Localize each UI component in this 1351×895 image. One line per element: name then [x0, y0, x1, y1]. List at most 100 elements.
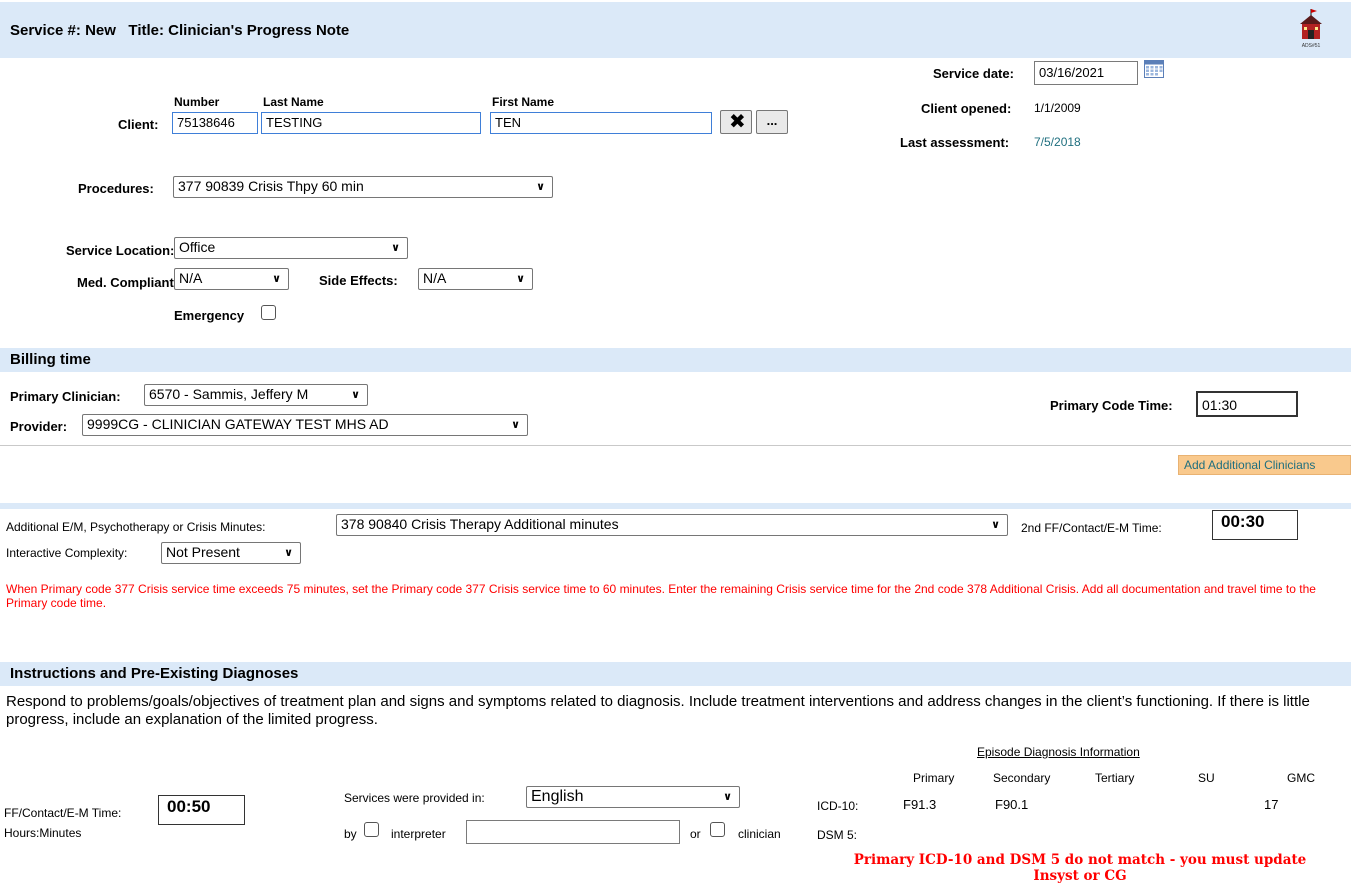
chevron-down-icon: ∨ — [511, 419, 520, 431]
logo-text: ADS#51 — [1301, 43, 1321, 49]
interpreter-label: interpreter — [391, 827, 446, 841]
client-number-field[interactable]: 75138646 — [172, 112, 258, 134]
complexity-value: Not Present — [166, 544, 240, 560]
client-last-name-header: Last Name — [263, 95, 324, 109]
provider-label: Provider: — [10, 419, 68, 434]
close-x-icon: ✖ — [729, 111, 746, 133]
chevron-down-icon: ∨ — [391, 242, 400, 254]
billing-section-title: Billing time — [10, 351, 91, 368]
instructions-section-title: Instructions and Pre-Existing Diagnoses — [10, 665, 299, 682]
procedures-label: Procedures: — [78, 181, 154, 196]
chevron-down-icon: ∨ — [284, 547, 293, 559]
service-location-value: Office — [179, 239, 216, 255]
column-su: SU — [1198, 771, 1215, 785]
add-additional-clinicians-label: Add Additional Clinicians — [1184, 458, 1316, 472]
second-time-field[interactable]: 00:30 — [1212, 510, 1298, 540]
side-effects-label: Side Effects: — [319, 273, 398, 288]
procedures-select[interactable]: 377 90839 Crisis Thpy 60 min ∨ — [173, 176, 553, 198]
more-icon: ... — [766, 113, 778, 128]
additional-separator — [0, 503, 1351, 509]
icd10-gmc: 17 — [1264, 797, 1279, 812]
med-compliant-label: Med. Compliant: — [77, 275, 179, 290]
additional-minutes-select[interactable]: 378 90840 Crisis Therapy Additional minu… — [336, 514, 1008, 536]
primary-clinician-value: 6570 - Sammis, Jeffery M — [149, 386, 309, 402]
last-assessment-label: Last assessment: — [900, 135, 1010, 150]
language-value: English — [531, 788, 584, 805]
emergency-checkbox[interactable] — [261, 305, 276, 320]
side-effects-select[interactable]: N/A ∨ — [418, 268, 533, 290]
episode-diagnosis-heading: Episode Diagnosis Information — [977, 745, 1140, 759]
complexity-label: Interactive Complexity: — [6, 546, 128, 560]
services-provided-label: Services were provided in: — [344, 791, 485, 805]
clear-client-button[interactable]: ✖ — [720, 110, 752, 134]
chevron-down-icon: ∨ — [723, 791, 732, 803]
chevron-down-icon: ∨ — [516, 273, 525, 285]
additional-minutes-value: 378 90840 Crisis Therapy Additional minu… — [341, 516, 619, 532]
procedures-value: 377 90839 Crisis Thpy 60 min — [178, 178, 364, 194]
client-label: Client: — [118, 117, 159, 132]
client-last-name-field[interactable]: TESTING — [261, 112, 481, 134]
provider-value: 9999CG - CLINICIAN GATEWAY TEST MHS AD — [87, 416, 389, 432]
service-label: Service #: — [10, 22, 81, 39]
icd10-secondary: F90.1 — [995, 797, 1029, 812]
side-effects-value: N/A — [423, 270, 447, 286]
primary-code-time-label: Primary Code Time: — [1050, 398, 1173, 413]
interpreter-field[interactable] — [466, 820, 680, 844]
contact-time-field[interactable]: 00:50 — [158, 795, 245, 825]
column-primary: Primary — [913, 771, 955, 785]
billing-section-bar: Billing time — [0, 348, 1351, 372]
header-bar: Service #: New Title: Clinician's Progre… — [0, 2, 1351, 58]
service-date-field[interactable]: 03/16/2021 — [1034, 61, 1138, 85]
interpreter-checkbox[interactable] — [364, 822, 379, 837]
by-label: by — [344, 827, 357, 841]
crisis-time-warning: When Primary code 377 Crisis service tim… — [6, 582, 1316, 610]
client-opened-value: 1/1/2009 — [1034, 101, 1081, 115]
divider — [0, 445, 1351, 446]
header-title: Service #: New Title: Clinician's Progre… — [10, 22, 349, 39]
instructions-section-bar: Instructions and Pre-Existing Diagnoses — [0, 662, 1351, 686]
client-opened-label: Client opened: — [921, 101, 1012, 116]
add-additional-clinicians-button[interactable]: Add Additional Clinicians — [1178, 455, 1351, 475]
chevron-down-icon: ∨ — [272, 273, 281, 285]
med-compliant-value: N/A — [179, 270, 203, 286]
icd10-label: ICD-10: — [817, 799, 859, 813]
page-title: Clinician's Progress Note — [168, 22, 350, 39]
primary-clinician-select[interactable]: 6570 - Sammis, Jeffery M ∨ — [144, 384, 368, 406]
column-tertiary: Tertiary — [1095, 771, 1135, 785]
service-location-select[interactable]: Office ∨ — [174, 237, 408, 259]
second-time-label: 2nd FF/Contact/E-M Time: — [1021, 521, 1162, 535]
mismatch-line-2: Insyst or CG — [1033, 868, 1127, 884]
primary-clinician-label: Primary Clinician: — [10, 389, 121, 404]
client-first-name-header: First Name — [492, 95, 555, 109]
or-label: or — [690, 827, 701, 841]
client-first-name-field[interactable]: TEN — [490, 112, 712, 134]
chevron-down-icon: ∨ — [991, 519, 1000, 531]
calendar-icon[interactable] — [1144, 60, 1164, 78]
title-label: Title: — [128, 22, 164, 39]
dsm5-label: DSM 5: — [817, 828, 858, 842]
diagnosis-mismatch-warning: Primary ICD-10 and DSM 5 do not match - … — [820, 852, 1340, 884]
clinician-label: clinician — [738, 827, 781, 841]
service-location-label: Service Location: — [66, 243, 175, 258]
column-gmc: GMC — [1287, 771, 1315, 785]
provider-select[interactable]: 9999CG - CLINICIAN GATEWAY TEST MHS AD ∨ — [82, 414, 528, 436]
clinician-checkbox[interactable] — [710, 822, 725, 837]
last-assessment-value: 7/5/2018 — [1034, 135, 1081, 149]
instructions-text: Respond to problems/goals/objectives of … — [6, 693, 1310, 728]
language-select[interactable]: English ∨ — [526, 786, 740, 808]
service-number: New — [85, 22, 116, 39]
schoolhouse-logo-icon: ADS#51 — [1298, 8, 1324, 49]
chevron-down-icon: ∨ — [351, 389, 360, 401]
emergency-label: Emergency — [174, 308, 245, 323]
client-number-header: Number — [174, 95, 220, 109]
service-date-label: Service date: — [933, 66, 1014, 81]
contact-time-label: FF/Contact/E-M Time: — [4, 806, 122, 820]
hours-minutes-hint: Hours:Minutes — [4, 826, 82, 840]
med-compliant-select[interactable]: N/A ∨ — [174, 268, 289, 290]
additional-minutes-label: Additional E/M, Psychotherapy or Crisis … — [6, 520, 266, 534]
chevron-down-icon: ∨ — [536, 181, 545, 193]
client-search-button[interactable]: ... — [756, 110, 788, 134]
primary-code-time-field[interactable]: 01:30 — [1196, 391, 1298, 417]
column-secondary: Secondary — [993, 771, 1051, 785]
complexity-select[interactable]: Not Present ∨ — [161, 542, 301, 564]
